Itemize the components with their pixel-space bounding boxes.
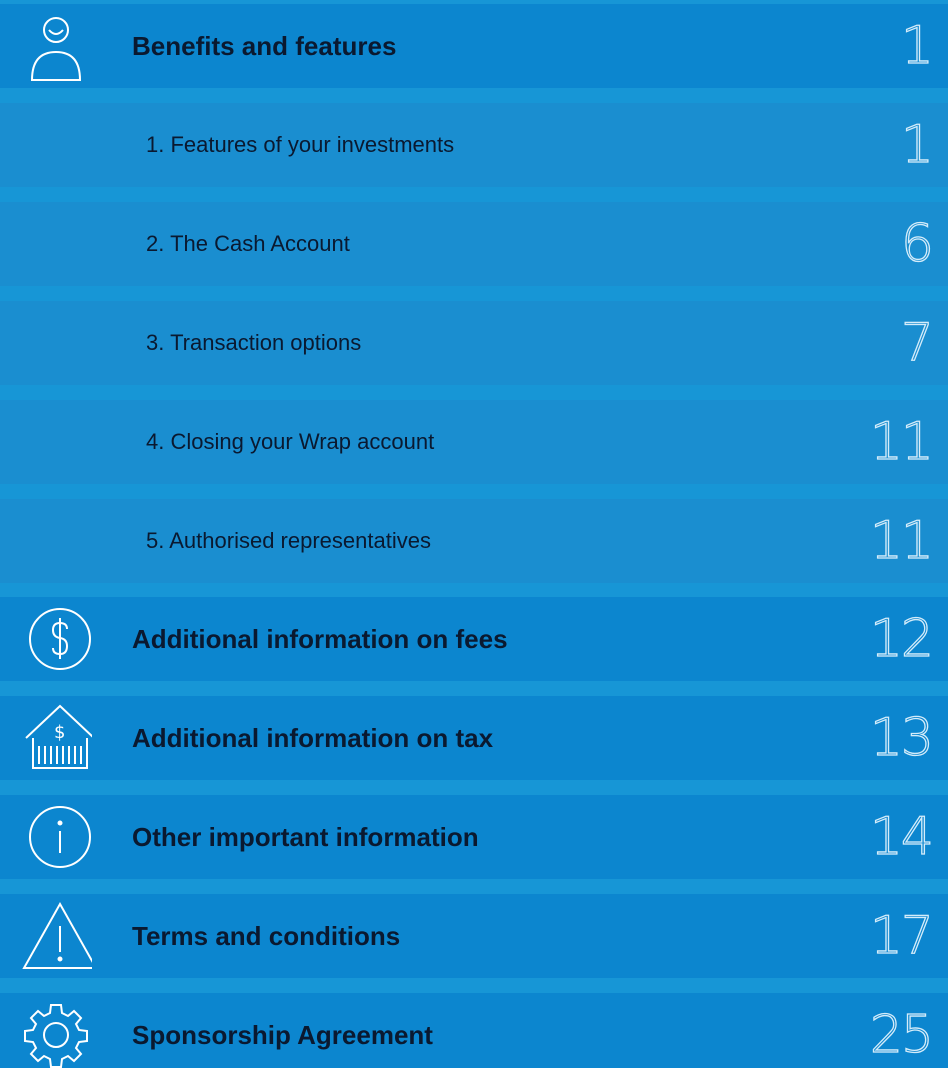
toc-entry-label: Benefits and features bbox=[132, 30, 397, 61]
toc-entry-page: 7 bbox=[900, 313, 934, 373]
toc-entry-label: 3. Transaction options bbox=[146, 330, 362, 355]
toc-entry-sponsorship-agreement[interactable]: Sponsorship Agreement 25 bbox=[0, 993, 948, 1068]
toc-entry-page: 11 bbox=[869, 412, 934, 472]
toc-entry-label: Additional information on tax bbox=[132, 722, 494, 753]
toc-entry-page: 17 bbox=[869, 906, 934, 966]
toc-entry-page: 13 bbox=[869, 708, 934, 768]
toc-entry-label: Other important information bbox=[132, 821, 479, 852]
tax-house-icon: $ bbox=[20, 702, 92, 774]
toc-entry-label: Terms and conditions bbox=[132, 920, 401, 951]
toc-entry-transaction-options[interactable]: 3. Transaction options 7 bbox=[0, 301, 948, 385]
table-of-contents: Benefits and features 1 1. Features of y… bbox=[0, 0, 948, 1068]
toc-entry-page: 6 bbox=[900, 214, 934, 274]
toc-entry-cash-account[interactable]: 2. The Cash Account 6 bbox=[0, 202, 948, 286]
info-circle-icon bbox=[20, 801, 92, 873]
toc-entry-label: 5. Authorised representatives bbox=[146, 528, 431, 553]
gear-icon bbox=[20, 999, 92, 1068]
toc-entry-page: 12 bbox=[869, 609, 934, 669]
toc-entry-page: 1 bbox=[900, 16, 934, 76]
toc-entry-label: Additional information on fees bbox=[132, 623, 508, 654]
toc-entry-page: 25 bbox=[869, 1005, 934, 1065]
dollar-circle-icon bbox=[20, 603, 92, 675]
toc-entry-features-of-your-investments[interactable]: 1. Features of your investments 1 bbox=[0, 103, 948, 187]
toc-entry-label: 1. Features of your investments bbox=[146, 132, 455, 157]
toc-entry-other-important-information[interactable]: Other important information 14 bbox=[0, 795, 948, 879]
toc-entry-terms-and-conditions[interactable]: Terms and conditions 17 bbox=[0, 894, 948, 978]
toc-entry-additional-information-on-tax[interactable]: $ Additional information on tax 13 bbox=[0, 696, 948, 780]
toc-entry-label: Sponsorship Agreement bbox=[132, 1019, 433, 1050]
toc-entry-page: 1 bbox=[900, 115, 934, 175]
toc-entry-page: 14 bbox=[869, 807, 934, 867]
toc-entry-closing-wrap-account[interactable]: 4. Closing your Wrap account 11 bbox=[0, 400, 948, 484]
toc-entry-label: 4. Closing your Wrap account bbox=[146, 429, 435, 454]
toc-entry-label: 2. The Cash Account bbox=[146, 231, 350, 256]
toc-entry-authorised-representatives[interactable]: 5. Authorised representatives 11 bbox=[0, 499, 948, 583]
toc-entry-benefits-and-features[interactable]: Benefits and features 1 bbox=[0, 4, 948, 88]
warning-triangle-icon bbox=[20, 900, 92, 972]
person-icon bbox=[20, 10, 92, 82]
svg-text:$: $ bbox=[54, 722, 65, 743]
toc-entry-additional-information-on-fees[interactable]: Additional information on fees 12 bbox=[0, 597, 948, 681]
toc-entry-page: 11 bbox=[869, 511, 934, 571]
